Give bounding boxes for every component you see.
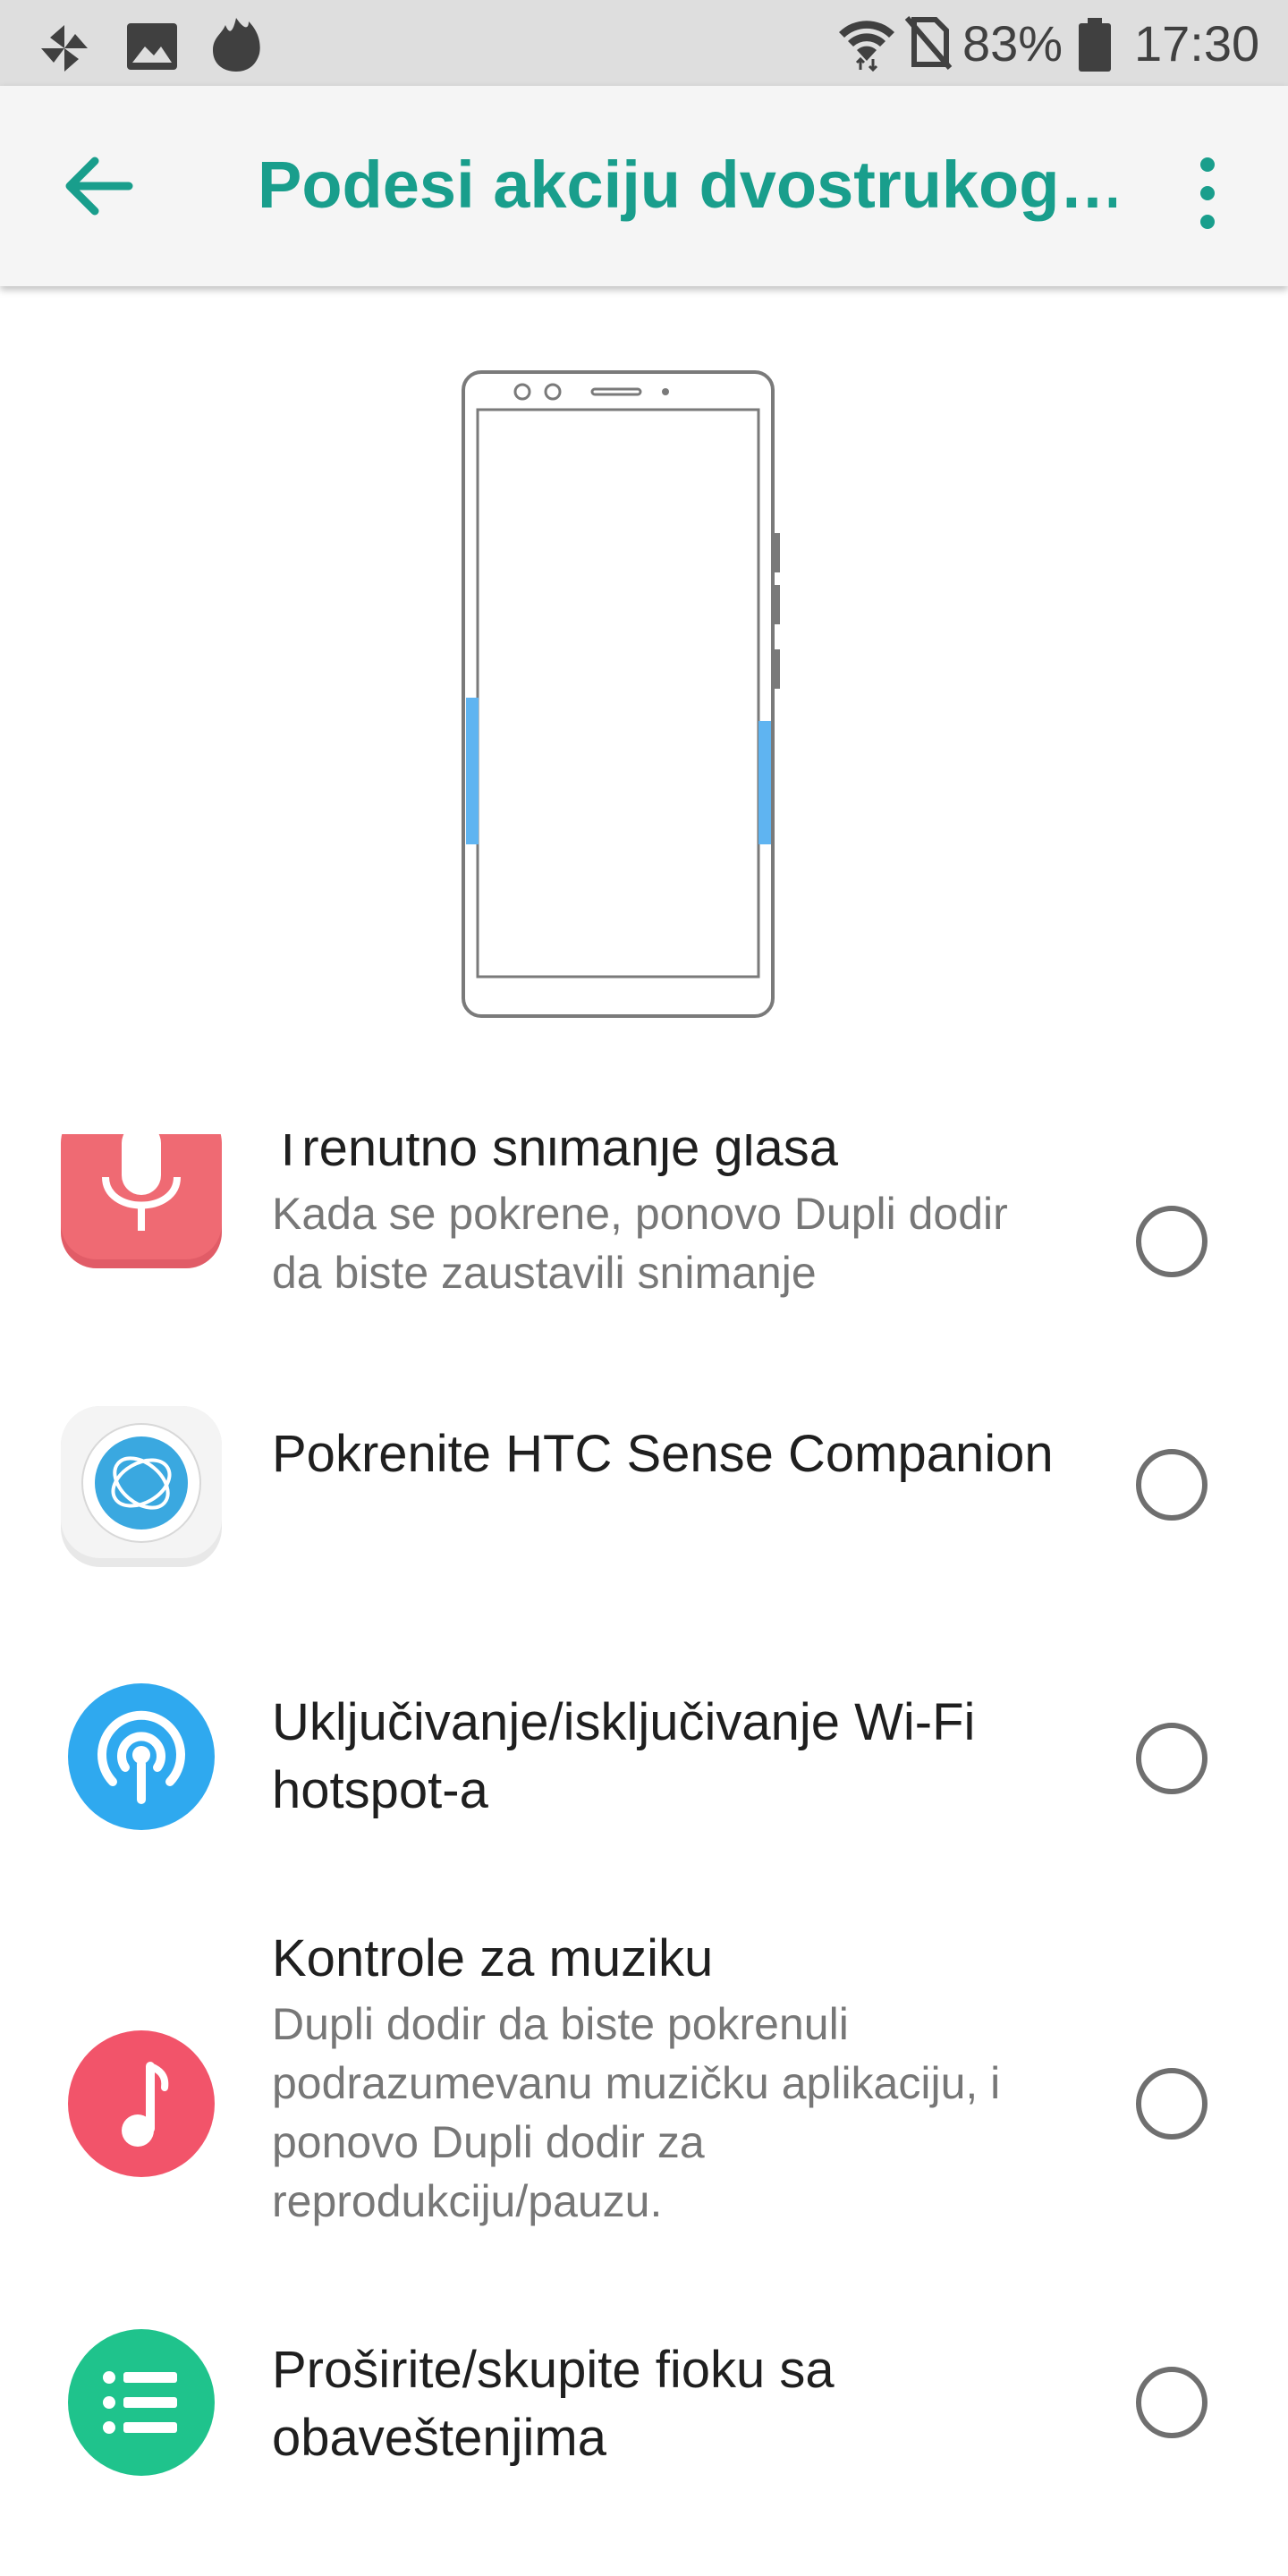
list-item-notification-drawer[interactable]: Proširite/skupite fioku sa obaveštenjima [0, 2270, 1288, 2538]
notification-list-icon [68, 2329, 215, 2476]
microphone-icon [61, 1134, 222, 1268]
hotspot-icon [68, 1683, 215, 1830]
no-sim-icon [904, 16, 953, 70]
list-item-voice-recording[interactable]: Trenutno snimanje glasa Kada se pokrene,… [0, 1134, 1288, 1386]
image-icon [127, 23, 177, 70]
clock: 17:30 [1134, 15, 1260, 72]
option-title: Pokrenite HTC Sense Companion [272, 1425, 1054, 1483]
radio-button[interactable] [1136, 1723, 1208, 1794]
option-title: Trenutno snimanje glasa [272, 1134, 838, 1177]
list-item-music-controls[interactable]: Kontrole za muziku Dupli dodir da biste … [0, 1929, 1288, 2261]
option-title: Kontrole za muziku [272, 1929, 714, 1987]
status-bar: 83% 17:30 [0, 0, 1288, 86]
pinwheel-icon [41, 25, 88, 72]
list-item-wifi-hotspot[interactable]: Uključivanje/isključivanje Wi-Fi hotspot… [0, 1671, 1288, 1930]
music-note-icon [68, 2030, 215, 2177]
battery-percentage: 83% [962, 15, 1063, 72]
radio-button[interactable] [1136, 1449, 1208, 1521]
battery-icon [1079, 18, 1111, 72]
radio-button[interactable] [1136, 2068, 1208, 2140]
option-title: Proširite/skupite fioku sa obaveštenjima [272, 2341, 835, 2467]
option-list: Trenutno snimanje glasa Kada se pokrene,… [0, 1134, 1288, 2576]
sense-companion-icon [61, 1406, 222, 1567]
radio-button[interactable] [1136, 2367, 1208, 2438]
wifi-icon [839, 21, 894, 72]
page-title: Podesi akciju dvostrukog… [258, 148, 1116, 222]
phone-squeeze-illustration [462, 370, 780, 1018]
list-item-sense-companion[interactable]: Pokrenite HTC Sense Companion [0, 1394, 1288, 1662]
flame-icon [213, 18, 260, 72]
app-bar: Podesi akciju dvostrukog… [0, 86, 1288, 286]
option-summary: Dupli dodir da biste pokrenuli podrazume… [272, 1999, 1001, 2226]
option-summary: Kada se pokrene, ponovo Dupli dodir da b… [272, 1189, 1008, 1298]
radio-button[interactable] [1136, 1206, 1208, 1277]
more-vert-icon[interactable] [1181, 148, 1234, 238]
option-title: Uključivanje/isključivanje Wi-Fi hotspot… [272, 1693, 976, 1819]
back-arrow-icon[interactable] [54, 141, 143, 231]
